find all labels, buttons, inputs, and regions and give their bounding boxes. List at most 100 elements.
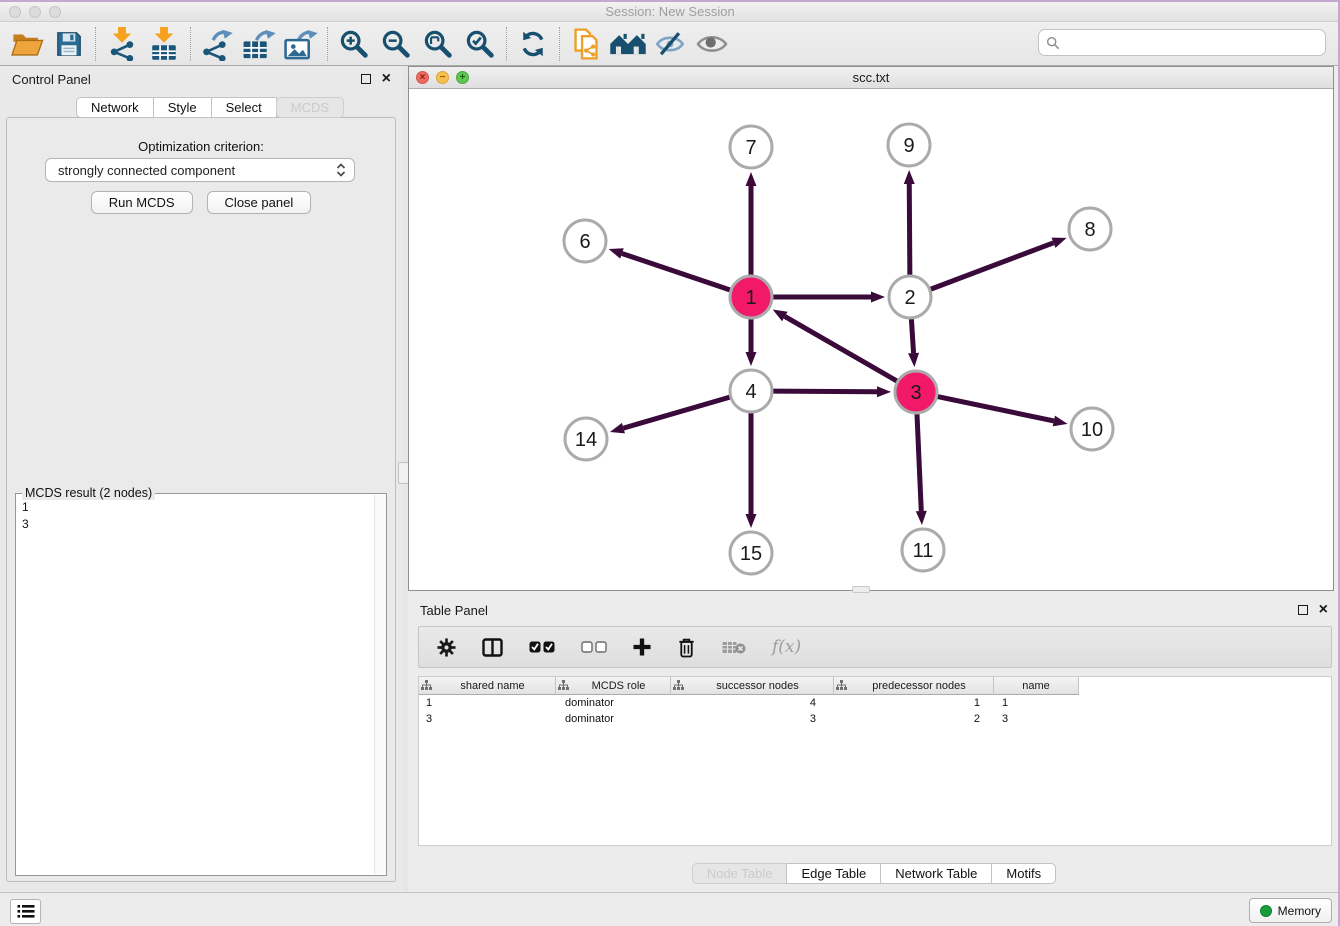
memory-label: Memory [1278, 904, 1321, 918]
unchecked-boxes-icon [581, 641, 607, 653]
tab-edge-table[interactable]: Edge Table [786, 863, 881, 884]
cell-mcds-role[interactable]: dominator [556, 697, 671, 709]
copy-network-view-icon [570, 27, 602, 61]
column-header-predecessor-nodes[interactable]: predecessor nodes [834, 677, 994, 695]
graph-node-label: 8 [1084, 219, 1095, 241]
cell-name[interactable]: 3 [994, 713, 1079, 725]
zoom-window-button[interactable] [49, 6, 61, 18]
deselect-all-columns-button[interactable] [581, 641, 607, 653]
search-box[interactable] [1038, 29, 1326, 56]
close-panel-button[interactable]: Close panel [207, 191, 312, 214]
export-image-button[interactable] [280, 25, 322, 63]
run-mcds-button[interactable]: Run MCDS [91, 191, 193, 214]
close-table-panel-icon[interactable]: × [1319, 605, 1328, 615]
cell-successor-nodes[interactable]: 4 [671, 697, 834, 709]
graph-edge-3-11[interactable] [917, 414, 921, 511]
show-graphics-details-button[interactable] [691, 25, 733, 63]
network-graph[interactable]: 7968124314101511 [409, 89, 1333, 590]
hide-graphics-details-button[interactable] [649, 25, 691, 63]
graph-edge-3-10[interactable] [938, 397, 1054, 421]
mcds-result-list[interactable]: 1 3 [16, 496, 373, 875]
result-scrollbar[interactable] [374, 495, 386, 874]
copy-current-view-button[interactable] [565, 25, 607, 63]
minimize-view-button[interactable]: − [436, 71, 449, 84]
zoom-selected-button[interactable] [459, 25, 501, 63]
graph-edge-3-1[interactable] [785, 316, 897, 381]
cell-shared-name[interactable]: 3 [419, 713, 556, 725]
cell-predecessor-nodes[interactable]: 2 [834, 713, 994, 725]
cell-shared-name[interactable]: 1 [419, 697, 556, 709]
column-header-shared-name[interactable]: shared name [419, 677, 556, 695]
graph-edge-2-9[interactable] [909, 184, 910, 275]
save-session-button[interactable] [48, 25, 90, 63]
delete-table-button[interactable] [722, 640, 746, 655]
create-column-button[interactable] [633, 638, 651, 656]
search-icon [1046, 36, 1060, 50]
network-window-titlebar[interactable]: × − + scc.txt [409, 67, 1333, 89]
graph-edge-arrowhead [1052, 238, 1067, 248]
column-settings-button[interactable] [437, 638, 456, 657]
graph-edge-arrowhead [908, 353, 919, 367]
select-all-columns-button[interactable] [529, 641, 555, 653]
table-row[interactable]: 1 dominator 4 1 1 [419, 695, 1331, 711]
open-session-button[interactable] [6, 25, 48, 63]
toolbar-separator [506, 27, 507, 61]
tab-motifs[interactable]: Motifs [991, 863, 1056, 884]
tab-style[interactable]: Style [153, 97, 212, 118]
graph-node-label: 15 [740, 543, 762, 565]
horizontal-splitter-grip[interactable] [852, 586, 870, 593]
delete-columns-button[interactable] [677, 637, 696, 658]
graph-edge-2-8[interactable] [931, 243, 1054, 289]
network-view-title: scc.txt [409, 70, 1333, 85]
cell-successor-nodes[interactable]: 3 [671, 713, 834, 725]
close-window-button[interactable] [9, 6, 21, 18]
tab-node-table[interactable]: Node Table [692, 863, 788, 884]
cell-predecessor-nodes[interactable]: 1 [834, 697, 994, 709]
close-view-button[interactable]: × [416, 71, 429, 84]
cell-name[interactable]: 1 [994, 697, 1079, 709]
column-source-icon [673, 680, 684, 691]
close-panel-icon[interactable]: × [382, 74, 391, 84]
tab-select[interactable]: Select [211, 97, 277, 118]
memory-button[interactable]: Memory [1249, 898, 1332, 923]
column-header-mcds-role[interactable]: MCDS role [556, 677, 671, 695]
graph-edge-4-3[interactable] [773, 391, 877, 392]
cell-mcds-role[interactable]: dominator [556, 713, 671, 725]
maximize-view-button[interactable]: + [456, 71, 469, 84]
zoom-fit-button[interactable] [417, 25, 459, 63]
import-network-icon [106, 27, 138, 61]
float-panel-icon[interactable] [361, 74, 371, 84]
export-table-button[interactable] [238, 25, 280, 63]
graph-edge-2-3[interactable] [911, 319, 913, 353]
export-network-button[interactable] [196, 25, 238, 63]
graph-edge-1-6[interactable] [622, 253, 730, 290]
column-header-successor-nodes[interactable]: successor nodes [671, 677, 834, 695]
column-source-icon [836, 680, 847, 691]
zoom-out-button[interactable] [375, 25, 417, 63]
task-history-button[interactable] [10, 899, 41, 924]
tab-network-table[interactable]: Network Table [880, 863, 992, 884]
table-row[interactable]: 3 dominator 3 2 3 [419, 711, 1331, 727]
function-builder-button[interactable]: f(x) [772, 637, 801, 657]
search-input[interactable] [1065, 32, 1325, 54]
minimize-window-button[interactable] [29, 6, 41, 18]
tab-mcds[interactable]: MCDS [276, 97, 344, 118]
toggle-panel-layout-button[interactable] [482, 638, 503, 657]
graph-edge-4-14[interactable] [623, 397, 729, 428]
column-header-name[interactable]: name [994, 677, 1079, 695]
zoom-in-button[interactable] [333, 25, 375, 63]
graph-edge-arrowhead [871, 292, 885, 303]
tab-network[interactable]: Network [76, 97, 154, 118]
float-table-panel-icon[interactable] [1298, 605, 1308, 615]
import-table-button[interactable] [143, 25, 185, 63]
gear-icon [437, 638, 456, 657]
graph-canvas[interactable]: 7968124314101511 [409, 89, 1333, 590]
import-network-button[interactable] [101, 25, 143, 63]
show-all-networks-button[interactable] [607, 25, 649, 63]
graph-node-label: 6 [579, 231, 590, 253]
dropdown-arrows-icon [336, 162, 346, 178]
graph-node-label: 10 [1081, 419, 1103, 441]
graph-edge-arrowhead [610, 423, 625, 434]
optimization-criterion-select[interactable]: strongly connected component [45, 158, 355, 182]
refresh-view-button[interactable] [512, 25, 554, 63]
